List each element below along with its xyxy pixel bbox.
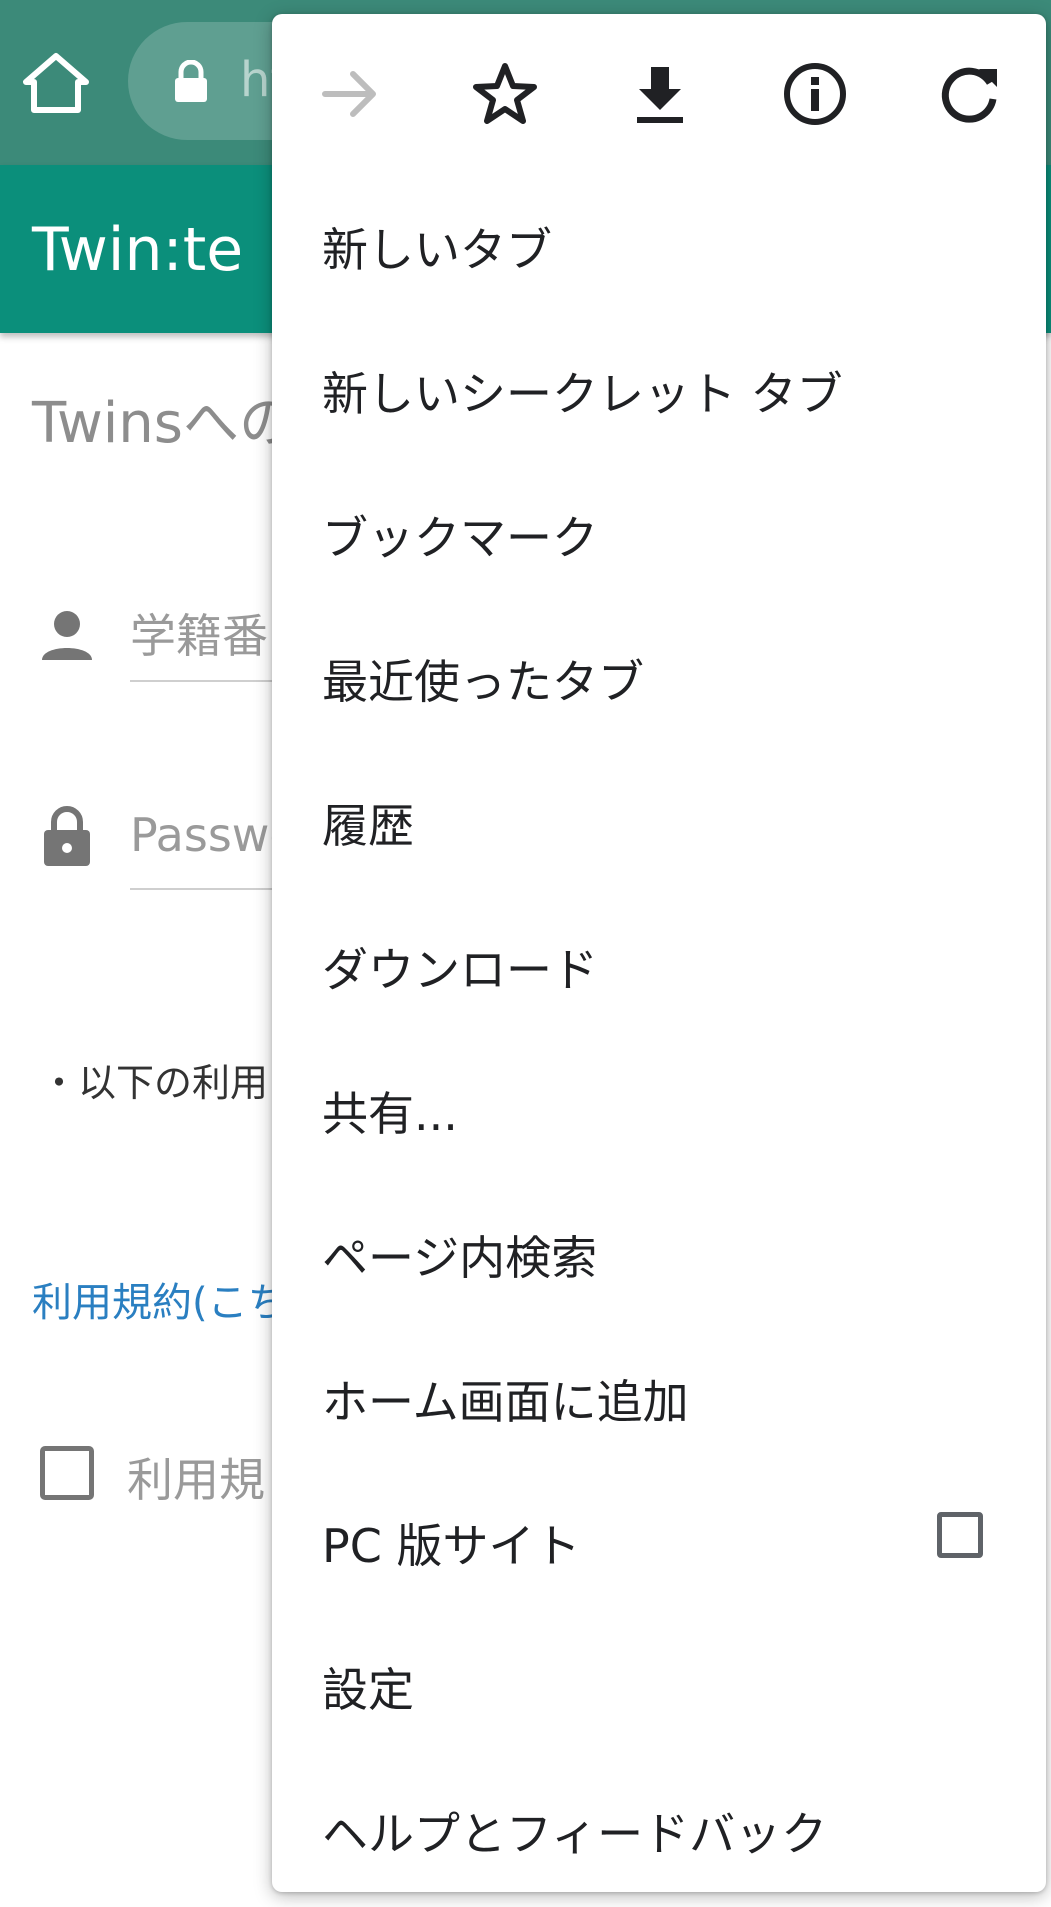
menu-item-label: ブックマーク bbox=[322, 511, 598, 565]
agree-label: 利用規 bbox=[127, 1453, 265, 1507]
menu-item-label: ホーム画面に追加 bbox=[322, 1375, 689, 1429]
agree-checkbox[interactable] bbox=[40, 1446, 94, 1500]
reload-icon[interactable] bbox=[935, 59, 1005, 129]
menu-item-help-feedback[interactable]: ヘルプとフィードバック bbox=[272, 1754, 1046, 1898]
menu-item-label: 新しいタブ bbox=[322, 223, 552, 277]
desktop-site-checkbox[interactable] bbox=[937, 1512, 983, 1558]
menu-item-downloads[interactable]: ダウンロード bbox=[272, 890, 1046, 1034]
page-heading: Twinsへの bbox=[32, 391, 295, 456]
terms-text: ・以下の利用 bbox=[40, 1061, 269, 1105]
menu-item-label: ダウンロード bbox=[322, 943, 598, 997]
menu-item-share[interactable]: 共有... bbox=[272, 1034, 1046, 1178]
terms-link[interactable]: 利用規約(こち bbox=[32, 1270, 288, 1328]
menu-item-find-in-page[interactable]: ページ内検索 bbox=[272, 1178, 1046, 1322]
menu-item-label: ヘルプとフィードバック bbox=[322, 1807, 828, 1861]
menu-item-desktop-site[interactable]: PC 版サイト bbox=[272, 1466, 1046, 1610]
menu-item-label: 新しいシークレット タブ bbox=[322, 367, 843, 421]
menu-item-label: 最近使ったタブ bbox=[322, 655, 644, 709]
menu-item-add-to-home[interactable]: ホーム画面に追加 bbox=[272, 1322, 1046, 1466]
browser-overflow-menu: 新しいタブ 新しいシークレット タブ ブックマーク 最近使ったタブ 履歴 ダウン… bbox=[272, 14, 1046, 1892]
menu-item-new-tab[interactable]: 新しいタブ bbox=[272, 170, 1046, 314]
app-title: Twin:te bbox=[32, 215, 244, 285]
menu-item-label: 設定 bbox=[322, 1663, 414, 1717]
home-icon[interactable] bbox=[22, 52, 90, 114]
info-icon[interactable] bbox=[780, 59, 850, 129]
menu-item-new-incognito-tab[interactable]: 新しいシークレット タブ bbox=[272, 314, 1046, 458]
lock-icon bbox=[173, 59, 209, 108]
menu-item-label: PC 版サイト bbox=[322, 1519, 581, 1573]
menu-item-history[interactable]: 履歴 bbox=[272, 746, 1046, 890]
menu-item-settings[interactable]: 設定 bbox=[272, 1610, 1046, 1754]
forward-icon[interactable] bbox=[315, 59, 385, 129]
menu-item-bookmarks[interactable]: ブックマーク bbox=[272, 458, 1046, 602]
menu-item-label: ページ内検索 bbox=[322, 1231, 598, 1285]
menu-item-recent-tabs[interactable]: 最近使ったタブ bbox=[272, 602, 1046, 746]
menu-item-label: 共有... bbox=[322, 1087, 458, 1141]
lock-icon bbox=[42, 804, 92, 872]
download-icon[interactable] bbox=[625, 59, 695, 129]
menu-item-label: 履歴 bbox=[322, 799, 414, 853]
menu-icon-row bbox=[272, 14, 1046, 162]
person-icon bbox=[40, 608, 94, 666]
star-icon[interactable] bbox=[470, 59, 540, 129]
student-id-placeholder: 学籍番 bbox=[130, 609, 268, 663]
